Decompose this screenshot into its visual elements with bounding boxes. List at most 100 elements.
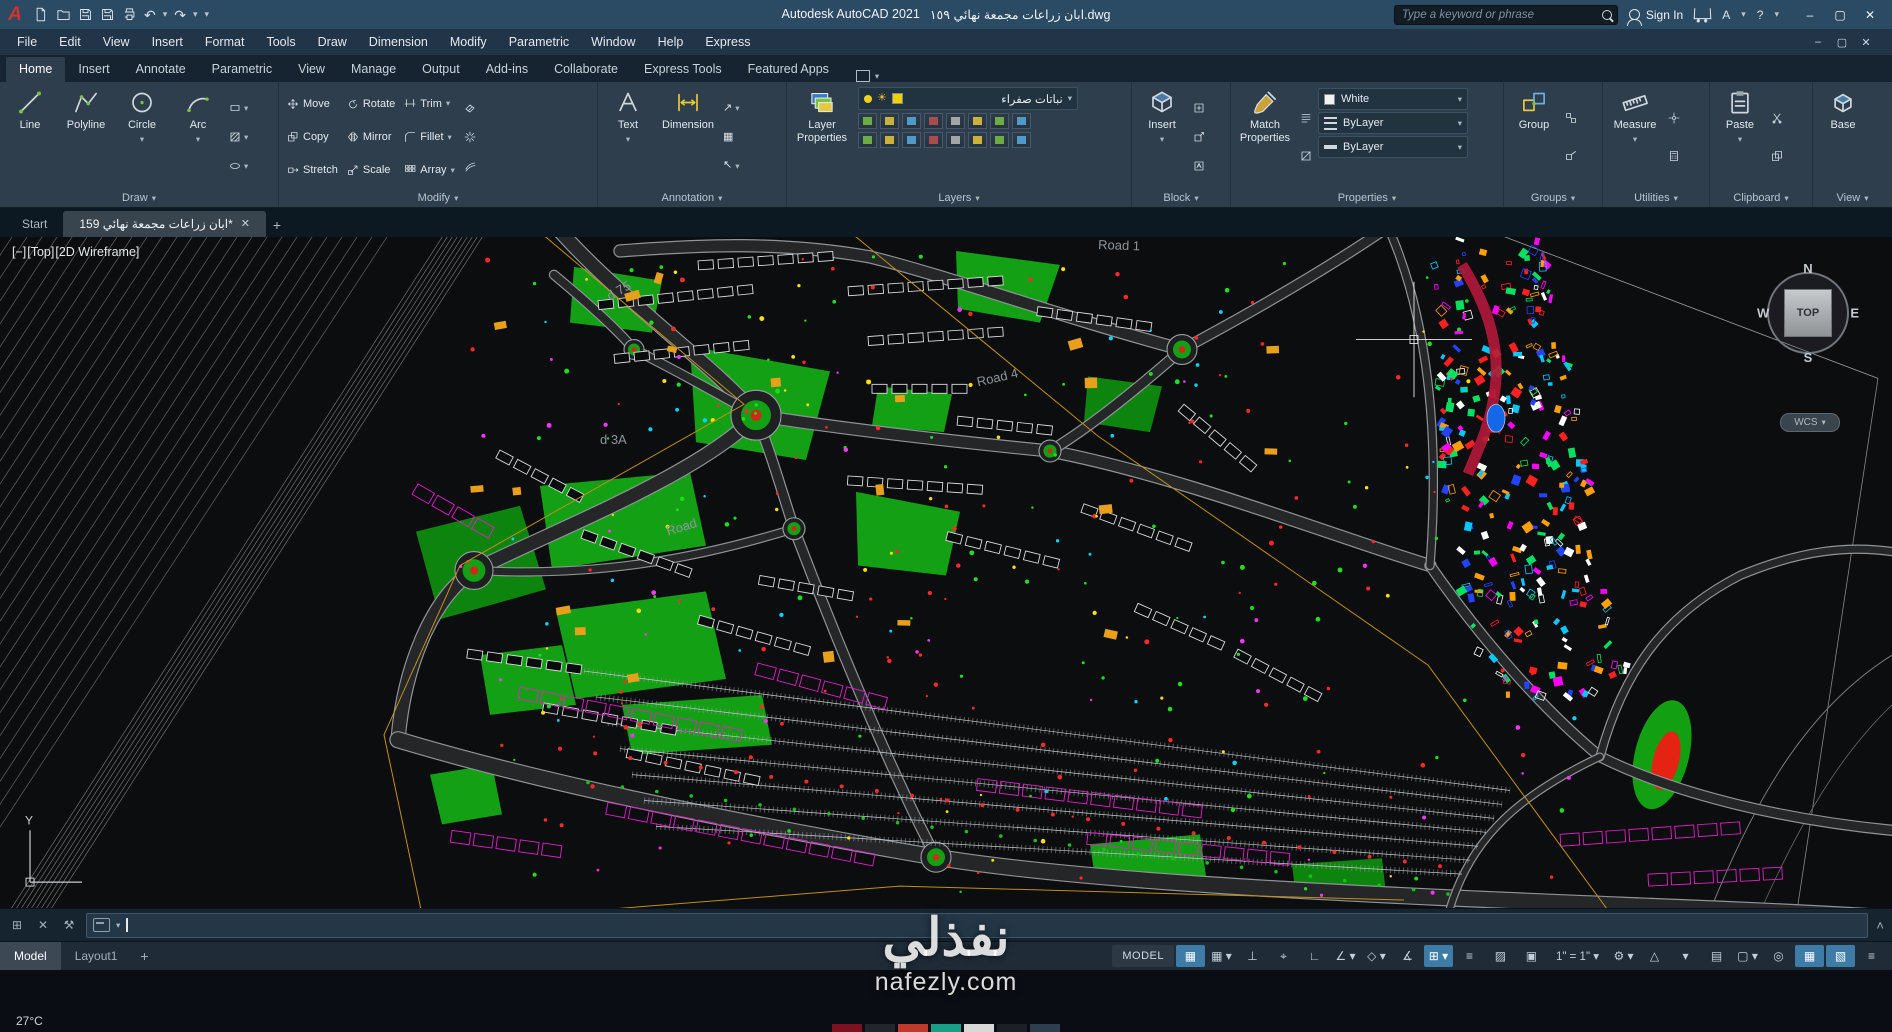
menu-item[interactable]: Parametric [498, 29, 580, 55]
ribbon-tab[interactable]: Parametric [199, 57, 285, 82]
copy-button[interactable]: Copy [285, 120, 340, 153]
viewcube-south[interactable]: S [1804, 350, 1813, 365]
new-layout-button[interactable]: + [131, 942, 157, 970]
chevron-down-icon[interactable]: ▾ [163, 9, 168, 20]
infer-constraints[interactable]: ⊥ [1238, 945, 1267, 967]
block-panel-label[interactable]: Block ▾ [1135, 189, 1227, 207]
tab-close-icon[interactable]: ✕ [241, 211, 250, 237]
annotation-monitor[interactable]: △ [1640, 945, 1669, 967]
scale-button[interactable]: Scale [345, 154, 397, 187]
doc-minimize-icon[interactable]: – [1808, 36, 1828, 49]
selection-cycling[interactable]: ▣ [1517, 945, 1546, 967]
wcs-menu[interactable]: WCS ▾ [1780, 413, 1840, 432]
layer-tool-icon[interactable] [858, 132, 877, 148]
layer-tool-icon[interactable] [924, 132, 943, 148]
stretch-button[interactable]: Stretch [285, 154, 340, 187]
chevron-down-icon[interactable]: ▾ [116, 921, 120, 930]
viewcube-top-face[interactable]: TOP [1784, 289, 1832, 337]
transparency-tool-icon[interactable] [1300, 150, 1312, 162]
ribbon-tab[interactable]: Annotate [123, 57, 199, 82]
layer-thaw-icon[interactable]: ☀ [877, 93, 887, 104]
menu-item[interactable]: Window [580, 29, 646, 55]
qat-customize-icon[interactable]: ▾ [205, 9, 210, 20]
object-color-dropdown[interactable]: White ▾ [1318, 88, 1468, 110]
quick-calc-icon[interactable] [1668, 150, 1680, 162]
doc-restore-icon[interactable]: ▢ [1832, 36, 1852, 49]
layer-tool-icon[interactable] [946, 113, 965, 129]
redo-icon[interactable]: ↷ [174, 8, 186, 22]
base-button[interactable]: Base [1816, 85, 1870, 189]
viewcube-east[interactable]: E [1850, 306, 1859, 321]
layer-tool-icon[interactable] [880, 132, 899, 148]
move-button[interactable]: Move [285, 87, 340, 120]
draw-panel-label[interactable]: Draw ▾ [3, 189, 275, 207]
command-customize-icon[interactable]: ⊞ [8, 918, 26, 932]
graphics-performance[interactable]: ▦ [1795, 945, 1824, 967]
transparency[interactable]: ▨ [1486, 945, 1515, 967]
menu-item[interactable]: Tools [255, 29, 306, 55]
properties-list-icon[interactable] [1300, 112, 1312, 124]
menu-item[interactable]: Format [194, 29, 256, 55]
command-input[interactable]: ▾ [86, 912, 1869, 938]
new-file-icon[interactable] [34, 7, 49, 22]
menu-item[interactable]: File [6, 29, 48, 55]
ribbon-tab[interactable]: Insert [65, 57, 122, 82]
model-space-button[interactable]: MODEL [1112, 945, 1174, 967]
close-button[interactable]: ✕ [1856, 4, 1884, 26]
doc-close-icon[interactable]: ✕ [1856, 36, 1876, 49]
block-attributes-icon[interactable] [1193, 160, 1205, 172]
undo-icon[interactable]: ↶ [144, 8, 156, 22]
polar-tracking[interactable]: ∠ ▾ [1331, 945, 1360, 967]
command-close-icon[interactable]: ✕ [34, 918, 52, 932]
ribbon-tab[interactable]: Output [409, 57, 473, 82]
lineweight-display[interactable]: ≡ [1455, 945, 1484, 967]
autodesk-apps-icon[interactable]: A [1722, 9, 1730, 21]
layer-tool-icon[interactable] [968, 132, 987, 148]
ribbon-tab[interactable]: Manage [338, 57, 409, 82]
isometric-drafting[interactable]: ◇ ▾ [1362, 945, 1391, 967]
search-box[interactable] [1393, 4, 1618, 25]
group-edit-icon[interactable] [1565, 150, 1577, 162]
ellipse-icon[interactable] [229, 160, 241, 172]
taskbar-icons-sliver[interactable] [832, 1024, 1060, 1032]
lineweight-dropdown[interactable]: ByLayer ▾ [1318, 136, 1468, 158]
explode-icon[interactable] [464, 131, 476, 143]
layer-tool-icon[interactable] [1012, 113, 1031, 129]
ungroup-icon[interactable] [1565, 112, 1577, 124]
menu-item[interactable]: Help [647, 29, 695, 55]
save-as-icon[interactable] [100, 7, 115, 22]
layer-tool-icon[interactable] [946, 132, 965, 148]
annotation-panel-label[interactable]: Annotation ▾ [601, 189, 783, 207]
autocad-logo-icon[interactable]: A [0, 0, 30, 29]
command-prompt-icon[interactable] [93, 918, 110, 932]
layer-tool-icon[interactable] [858, 113, 877, 129]
rotate-button[interactable]: Rotate [345, 87, 397, 120]
menu-item[interactable]: Dimension [358, 29, 439, 55]
chevron-down-icon[interactable]: ▾ [875, 72, 879, 81]
viewcube-west[interactable]: W [1757, 306, 1769, 321]
model-tab[interactable]: Model [0, 942, 61, 970]
annotation-scale[interactable]: 1" = 1" ▾ [1548, 945, 1607, 967]
leader-icon[interactable]: ↗ [723, 102, 732, 114]
drawing-tab[interactable]: ابان زراعات مجمعة نهائي 159* ✕ [63, 211, 266, 237]
layer-tool-icon[interactable] [902, 132, 921, 148]
ribbon-tab[interactable]: View [285, 57, 338, 82]
layer-tool-icon[interactable] [1012, 132, 1031, 148]
copy-clip-icon[interactable] [1771, 150, 1783, 162]
rectangle-icon[interactable] [229, 102, 241, 114]
groups-panel-label[interactable]: Groups ▾ [1507, 189, 1599, 207]
circle-button[interactable]: Circle ▾ [115, 85, 169, 189]
ribbon-collapse-icon[interactable] [855, 70, 870, 82]
object-snap-tracking[interactable]: ∡ [1393, 945, 1422, 967]
menu-item[interactable]: Edit [48, 29, 92, 55]
insert-button[interactable]: Insert ▾ [1135, 85, 1189, 189]
properties-panel-label[interactable]: Properties ▾ [1234, 189, 1500, 207]
layers-panel-label[interactable]: Layers ▾ [790, 189, 1128, 207]
store-cart-icon[interactable] [1693, 7, 1712, 19]
save-icon[interactable] [78, 7, 93, 22]
lock-ui[interactable]: ▢ ▾ [1733, 945, 1762, 967]
viewport-minimize-control[interactable]: [−] [12, 245, 26, 259]
dimension-button[interactable]: Dimension [657, 85, 719, 189]
array-button[interactable]: Array ▾ [402, 154, 457, 187]
current-units[interactable]: ▾ [1671, 945, 1700, 967]
